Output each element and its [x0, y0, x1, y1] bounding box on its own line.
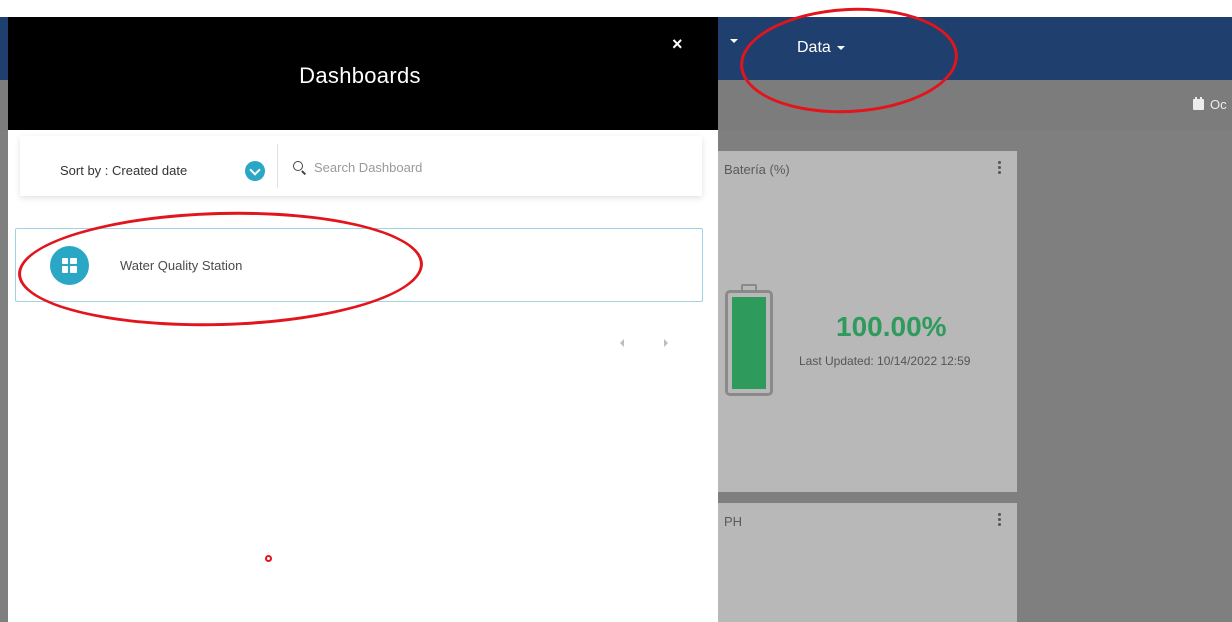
widget-menu-icon[interactable] [998, 161, 1001, 174]
nav-menu-data[interactable]: Data [797, 39, 845, 57]
pagination [620, 339, 668, 347]
widget-menu-icon[interactable] [998, 513, 1001, 526]
search-dashboard-input[interactable] [314, 159, 654, 175]
ph-widget-title: PH [724, 514, 743, 529]
sort-by-label[interactable]: Sort by : Created date [60, 163, 187, 178]
date-range-label: Oc [1210, 97, 1227, 112]
dashboard-name: Water Quality Station [120, 258, 243, 273]
dashboards-toolbar: Sort by : Created date [20, 136, 702, 196]
calendar-icon [1193, 97, 1204, 110]
battery-widget: Batería (%) 100.00% Last Updated: 10/14/… [716, 151, 1017, 492]
caret-down-icon [730, 39, 738, 43]
annotation-dot [265, 555, 272, 562]
date-range-picker[interactable]: Oc [1193, 97, 1227, 112]
nav-menu-previous[interactable] [724, 39, 738, 43]
toolbar-divider [277, 144, 278, 188]
dashboard-avatar [50, 246, 89, 285]
search-box [293, 156, 688, 178]
previous-page-icon[interactable] [620, 339, 624, 347]
sort-dropdown-icon[interactable] [245, 161, 265, 181]
search-icon [293, 160, 306, 174]
next-page-icon[interactable] [664, 339, 668, 347]
battery-widget-title: Batería (%) [724, 162, 790, 177]
dashboard-list-item[interactable]: Water Quality Station [15, 228, 703, 302]
dashboards-panel-header: Dashboards × [8, 17, 718, 130]
panel-title: Dashboards [299, 63, 421, 88]
close-icon[interactable]: × [672, 35, 683, 53]
battery-last-updated: Last Updated: 10/14/2022 12:59 [799, 354, 971, 368]
ph-widget: PH [716, 503, 1017, 622]
nav-menu-data-label: Data [797, 39, 831, 56]
battery-icon [725, 284, 773, 396]
caret-down-icon [836, 46, 845, 50]
screen: Data Oc Batería (%) 100.00% Last Updated… [0, 0, 1232, 622]
dashboards-panel: Dashboards × Sort by : Created date Wa [8, 17, 718, 622]
battery-value: 100.00% [836, 311, 947, 342]
dashboard-grid-icon [62, 258, 77, 273]
